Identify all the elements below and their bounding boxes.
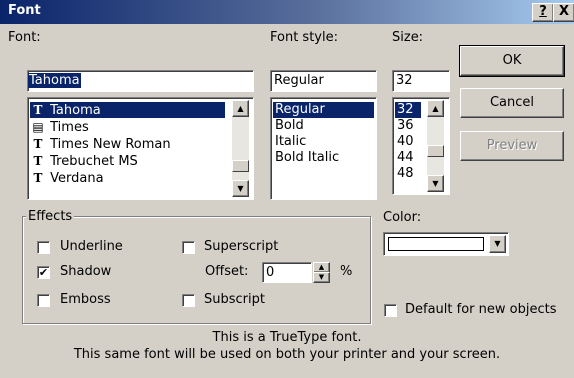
offset-label: Offset: (205, 264, 249, 279)
truetype-icon: T (33, 103, 43, 117)
size-list-item[interactable]: 40 (395, 134, 414, 150)
size-label: Size: (392, 30, 424, 45)
style-list-item[interactable]: Italic (273, 134, 306, 150)
offset-spinner[interactable]: ▲ ▼ (313, 262, 330, 283)
font-style-label: Font style: (270, 30, 338, 45)
superscript-label: Superscript (204, 239, 279, 254)
dropdown-arrow-icon[interactable]: ▼ (489, 235, 506, 253)
scroll-thumb[interactable] (427, 145, 444, 157)
truetype-icon: T (33, 154, 43, 168)
underline-label: Underline (60, 239, 123, 254)
truetype-icon: T (33, 171, 43, 185)
preview-button[interactable]: Preview (460, 131, 564, 161)
size-value: 32 (396, 73, 413, 88)
truetype-icon: T (33, 137, 43, 151)
font-list-item[interactable]: T Times New Roman (30, 136, 171, 152)
shadow-checkbox[interactable]: ✔ (37, 266, 50, 279)
emboss-label: Emboss (60, 292, 111, 307)
size-list-item[interactable]: 48 (395, 166, 414, 182)
offset-unit: % (340, 264, 353, 279)
underline-checkbox[interactable] (37, 241, 50, 254)
help-button[interactable]: ? (532, 3, 554, 22)
dialog-title: Font (8, 3, 41, 18)
superscript-checkbox[interactable] (182, 241, 195, 254)
effects-label: Effects (26, 209, 75, 224)
scroll-down-button[interactable]: ▼ (427, 175, 444, 192)
font-list[interactable]: T Tahoma ▤ Times T Times New Roman T Tre… (27, 97, 254, 200)
printer-font-icon: ▤ (32, 120, 44, 134)
default-for-new-objects-label: Default for new objects (405, 302, 557, 317)
color-label: Color: (383, 210, 422, 225)
size-list-item[interactable]: 32 (395, 102, 421, 118)
style-list-item[interactable]: Bold (273, 118, 304, 134)
style-list-item[interactable]: Regular (273, 102, 374, 118)
subscript-checkbox[interactable] (182, 294, 195, 307)
ok-button[interactable]: OK (459, 45, 565, 77)
scroll-thumb[interactable] (232, 160, 249, 172)
scroll-up-button[interactable]: ▲ (427, 100, 444, 117)
spin-down-button[interactable]: ▼ (313, 272, 330, 283)
scroll-down-button[interactable]: ▼ (232, 180, 249, 197)
subscript-label: Subscript (204, 292, 265, 307)
font-style-list[interactable]: Regular Bold Italic Bold Italic (270, 97, 377, 200)
font-name-value: Tahoma (28, 73, 81, 88)
offset-input[interactable]: 0 (262, 262, 312, 283)
font-list-item[interactable]: T Trebuchet MS (30, 153, 138, 169)
font-style-value: Regular (274, 73, 324, 88)
emboss-checkbox[interactable] (37, 294, 50, 307)
scroll-up-button[interactable]: ▲ (232, 100, 249, 117)
font-info-line1: This is a TrueType font. (212, 330, 362, 345)
title-bar[interactable] (0, 0, 574, 24)
color-swatch (388, 237, 484, 251)
size-list-item[interactable]: 36 (395, 118, 414, 134)
font-label: Font: (8, 30, 41, 45)
offset-value: 0 (266, 265, 275, 280)
font-style-input[interactable]: Regular (270, 70, 377, 92)
size-list[interactable]: 32 36 40 44 48 ▲ ▼ (392, 97, 450, 195)
style-list-item[interactable]: Bold Italic (273, 150, 339, 166)
font-info-line2: This same font will be used on both your… (73, 347, 501, 362)
cancel-button[interactable]: Cancel (460, 88, 564, 118)
color-dropdown[interactable]: ▼ (383, 232, 509, 256)
font-list-item[interactable]: T Verdana (30, 170, 104, 186)
default-for-new-objects-checkbox[interactable] (384, 304, 397, 317)
check-mark-icon: ✔ (38, 266, 49, 279)
close-button[interactable]: X (553, 3, 574, 22)
shadow-label: Shadow (60, 264, 112, 279)
font-name-input[interactable]: Tahoma (27, 70, 254, 92)
size-list-item[interactable]: 44 (395, 150, 414, 166)
size-input[interactable]: 32 (392, 70, 450, 92)
font-list-item[interactable]: ▤ Times (30, 119, 88, 135)
font-list-item[interactable]: T Tahoma (30, 102, 225, 118)
